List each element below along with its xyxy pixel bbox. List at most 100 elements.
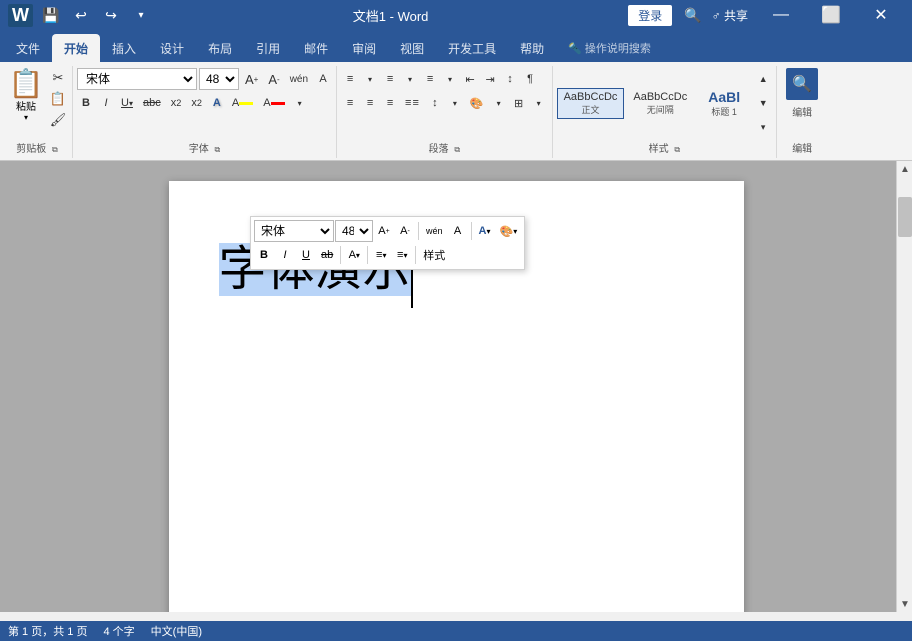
paragraph-expand-icon[interactable]: ⧉ — [454, 145, 460, 154]
multilevel-dropdown[interactable]: ▾ — [441, 68, 459, 90]
bullets-button[interactable]: ≡ — [341, 68, 359, 90]
quick-save[interactable]: 💾 — [39, 3, 63, 27]
styles-scroll-up[interactable]: ▲ — [754, 68, 772, 90]
status-bar: 第 1 页，共 1 页 4 个字 中文(中国) — [0, 621, 912, 641]
multilevel-button[interactable]: ≡ — [421, 68, 439, 90]
sort-button[interactable]: ↕ — [501, 68, 519, 90]
highlight-button[interactable]: A — [228, 92, 257, 114]
tab-home[interactable]: 开始 — [52, 34, 100, 62]
tab-help[interactable]: 帮助 — [508, 34, 556, 62]
mini-shrink-font[interactable]: A- — [395, 220, 415, 242]
mini-font-color[interactable]: A▾ — [475, 220, 495, 242]
tab-view[interactable]: 视图 — [388, 34, 436, 62]
phonetic-button[interactable]: wén — [286, 68, 312, 90]
align-center[interactable]: ≡ — [361, 92, 379, 114]
scroll-thumb[interactable] — [898, 197, 912, 237]
tab-insert[interactable]: 插入 — [100, 34, 148, 62]
font-family-selector[interactable]: 宋体 — [77, 68, 197, 90]
clipboard-small-btns: ✂ 📋 🖌 — [48, 68, 68, 130]
font-expand-icon[interactable]: ⧉ — [215, 145, 221, 154]
line-spacing-dropdown[interactable]: ▾ — [446, 92, 464, 114]
window-title: 文档1 - Word — [153, 6, 628, 25]
styles-more[interactable]: ▾ — [754, 116, 772, 138]
group-font: 宋体 48 A+ A- wén A B I U▾ abc x2 x2 A — [73, 66, 337, 158]
scrollbar[interactable]: ▲ ▼ — [896, 161, 912, 612]
styles-scroll-down[interactable]: ▼ — [754, 92, 772, 114]
mini-font-size[interactable]: 48 — [335, 220, 373, 242]
mini-strikethrough[interactable]: ab — [317, 244, 337, 266]
tab-layout[interactable]: 布局 — [196, 34, 244, 62]
paste-dropdown[interactable]: ▾ — [24, 113, 28, 122]
tab-review[interactable]: 审阅 — [340, 34, 388, 62]
login-button[interactable]: 登录 — [628, 5, 672, 26]
copy-button[interactable]: 📋 — [48, 89, 68, 109]
language-indicator[interactable]: 中文(中国) — [151, 623, 202, 639]
mini-phonetic[interactable]: wén — [422, 220, 447, 242]
share-label[interactable]: ♂ 共享 — [706, 5, 754, 26]
find-search-button[interactable]: 🔍 — [786, 68, 818, 100]
format-painter-button[interactable]: 🖌 — [48, 110, 68, 130]
decrease-indent[interactable]: ⇤ — [461, 68, 479, 90]
style-normal[interactable]: AaBbCcDc 正文 — [557, 88, 625, 119]
font-size-selector[interactable]: 48 — [199, 68, 239, 90]
show-marks[interactable]: ¶ — [521, 68, 539, 90]
quick-more[interactable]: ▾ — [129, 3, 153, 27]
tab-references[interactable]: 引用 — [244, 34, 292, 62]
mini-numbering[interactable]: ≡▾ — [392, 244, 412, 266]
italic-button[interactable]: I — [97, 92, 115, 114]
styles-expand-icon[interactable]: ⧉ — [674, 145, 680, 154]
line-spacing[interactable]: ↕ — [426, 92, 444, 114]
borders-dropdown[interactable]: ▾ — [530, 92, 548, 114]
shading-dropdown[interactable]: ▾ — [490, 92, 508, 114]
mini-bullets[interactable]: ≡▾ — [371, 244, 391, 266]
strikethrough-button[interactable]: abc — [139, 92, 165, 114]
mini-italic[interactable]: I — [275, 244, 295, 266]
align-justify[interactable]: ≡≡ — [401, 92, 424, 114]
mini-underline[interactable]: U — [296, 244, 316, 266]
mini-grow-font[interactable]: A+ — [374, 220, 394, 242]
align-right[interactable]: ≡ — [381, 92, 399, 114]
numbering-button[interactable]: ≡ — [381, 68, 399, 90]
style-heading1[interactable]: AaBl 标题 1 — [696, 86, 752, 121]
clipboard-expand-icon[interactable]: ⧉ — [52, 145, 58, 154]
shading-button[interactable]: 🎨 — [466, 92, 488, 114]
font-label: 字体 ⧉ — [77, 140, 332, 156]
scroll-up-button[interactable]: ▲ — [897, 161, 912, 177]
increase-indent[interactable]: ⇥ — [481, 68, 499, 90]
underline-button[interactable]: U▾ — [117, 92, 137, 114]
tab-search[interactable]: 🔦 操作说明搜索 — [556, 34, 663, 62]
align-left[interactable]: ≡ — [341, 92, 359, 114]
mini-font-family[interactable]: 宋体 — [254, 220, 334, 242]
close-button[interactable]: ✕ — [858, 0, 904, 30]
tab-developer[interactable]: 开发工具 — [436, 34, 508, 62]
font-color-button[interactable]: A — [259, 92, 288, 114]
text-effect-button[interactable]: A — [208, 92, 226, 114]
quick-undo[interactable]: ↩ — [69, 3, 93, 27]
quick-redo[interactable]: ↪ — [99, 3, 123, 27]
grow-font-button[interactable]: A+ — [241, 68, 262, 90]
tab-mailings[interactable]: 邮件 — [292, 34, 340, 62]
bullets-dropdown[interactable]: ▾ — [361, 68, 379, 90]
numbering-dropdown[interactable]: ▾ — [401, 68, 419, 90]
font-color-dropdown[interactable]: ▾ — [291, 92, 309, 114]
ribbon-tab-bar: 文件 开始 插入 设计 布局 引用 邮件 审阅 视图 开发工具 帮助 🔦 操作说… — [0, 30, 912, 62]
paste-button[interactable]: 📋 粘贴 ▾ — [6, 68, 46, 124]
mini-bold[interactable]: B — [254, 244, 274, 266]
shrink-font-button[interactable]: A- — [264, 68, 283, 90]
mini-highlight[interactable]: A▾ — [344, 244, 364, 266]
mini-styles[interactable]: 样式 — [419, 244, 449, 266]
clear-format-button[interactable]: A — [314, 68, 332, 90]
bold-button[interactable]: B — [77, 92, 95, 114]
minimize-button[interactable]: — — [758, 0, 804, 30]
style-no-spacing[interactable]: AaBbCcDc 无间隔 — [626, 88, 694, 119]
superscript-button[interactable]: x2 — [187, 92, 206, 114]
tab-file[interactable]: 文件 — [4, 34, 52, 62]
borders-button[interactable]: ⊞ — [510, 92, 528, 114]
mini-text-effect[interactable]: A — [448, 220, 468, 242]
restore-button[interactable]: ⬜ — [808, 0, 854, 30]
subscript-button[interactable]: x2 — [167, 92, 186, 114]
mini-paint-bucket[interactable]: 🎨▾ — [496, 220, 522, 242]
scroll-down-button[interactable]: ▼ — [897, 596, 912, 612]
tab-design[interactable]: 设计 — [148, 34, 196, 62]
cut-button[interactable]: ✂ — [48, 68, 68, 88]
